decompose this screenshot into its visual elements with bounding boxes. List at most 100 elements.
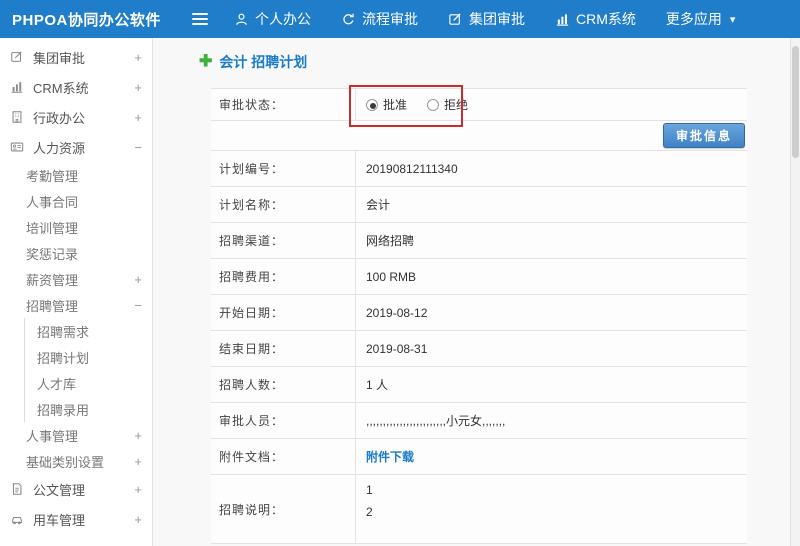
field-label: 开始日期： [211,295,356,330]
nav-item-personal-office[interactable]: 个人办公 [234,9,311,29]
field-value: 网络招聘 [366,234,415,248]
vertical-scrollbar[interactable] [790,38,800,546]
nav-label: CRM系统 [576,11,636,27]
menu-icon[interactable] [192,13,208,25]
collapse-toggle[interactable]: − [134,140,142,155]
sidebar-item-label: CRM系统 [33,80,89,96]
field-row-plan-number: 计划编号： 20190812111340 [211,151,747,187]
recruit-plan-form: 审批状态： 批准 拒绝 审批信息 计划编号： 20190812111340 计划… [211,88,747,544]
sidebar-item-label: 招聘录用 [37,402,90,418]
radio-reject-control[interactable] [427,98,440,111]
field-label: 招聘说明： [211,475,356,543]
field-value: ,,,,,,,,,,,,,,,,,,,,,,,,小元女,,,,,,, [366,414,506,428]
field-row-start-date: 开始日期： 2019-08-12 [211,295,747,331]
field-row-plan-name: 计划名称： 会计 [211,187,747,223]
field-label: 计划名称： [211,187,356,222]
field-row-attachment: 附件文档： 附件下载 [211,439,747,475]
field-value: 100 RMB [366,269,417,284]
field-label: 结束日期： [211,331,356,366]
sidebar-item-rewards[interactable]: 奖惩记录 [0,240,152,266]
sidebar-item-recruit-hire[interactable]: 招聘录用 [25,396,152,422]
sidebar-item-attendance[interactable]: 考勤管理 [0,162,152,188]
expand-toggle[interactable]: + [134,512,142,527]
page-title: 会计 招聘计划 [219,54,308,70]
sidebar-item-salary[interactable]: 薪资管理 + [0,266,152,292]
nav-item-group-approval[interactable]: 集团审批 [448,9,525,29]
sidebar-item-label: 基础类别设置 [26,454,105,470]
sidebar-item-label: 奖惩记录 [26,246,79,262]
radio-approve-label: 批准 [383,98,408,112]
sidebar-item-document-mgmt[interactable]: 公文管理 + [0,474,152,504]
nav-item-more-apps[interactable]: 更多应用 ▾ [666,9,736,29]
sidebar-item-recruit-mgmt[interactable]: 招聘管理 − [0,292,152,318]
sidebar-item-base-category[interactable]: 基础类别设置 + [0,448,152,474]
approval-options: 批准 拒绝 [356,89,747,120]
sidebar-item-crm[interactable]: CRM系统 + [0,72,152,102]
sidebar-item-recruit-plan[interactable]: 招聘计划 [25,344,152,370]
sidebar-item-training[interactable]: 培训管理 [0,214,152,240]
recruit-submenu: 招聘需求 招聘计划 人才库 招聘录用 [24,318,152,422]
nav-item-crm-system[interactable]: CRM系统 [555,9,636,29]
radio-reject[interactable]: 拒绝 [427,96,468,113]
car-icon [10,512,26,526]
nav-label: 集团审批 [469,11,525,27]
nav-item-process-approval[interactable]: 流程审批 [341,9,418,29]
sidebar-item-talent-pool[interactable]: 人才库 [25,370,152,396]
sidebar: 集团审批 + CRM系统 + 行政办公 + 人力资源 − 考勤管理 人事合同 培… [0,38,153,546]
field-value: 1 人 [366,378,389,392]
field-row-approvers: 审批人员： ,,,,,,,,,,,,,,,,,,,,,,,,小元女,,,,,,, [211,403,747,439]
sidebar-item-label: 招聘计划 [37,350,90,366]
field-row-cost: 招聘费用： 100 RMB [211,259,747,295]
building-icon [10,110,26,124]
field-label: 招聘人数： [211,367,356,402]
field-label: 审批人员： [211,403,356,438]
approval-status-row: 审批状态： 批准 拒绝 [211,89,747,121]
sidebar-item-label: 用车管理 [33,512,86,528]
expand-toggle[interactable]: + [134,454,142,469]
edit-square-icon [10,50,26,64]
field-value: 会计 [366,198,391,212]
field-label: 附件文档： [211,439,356,474]
expand-toggle[interactable]: + [134,80,142,95]
sidebar-item-recruit-demand[interactable]: 招聘需求 [25,318,152,344]
sidebar-item-label: 人事管理 [26,428,79,444]
expand-toggle[interactable]: + [134,272,142,287]
collapse-toggle[interactable]: − [134,298,142,313]
add-icon[interactable]: ✚ [199,54,212,70]
sidebar-item-personnel-mgmt[interactable]: 人事管理 + [0,422,152,448]
sidebar-item-hr-contract[interactable]: 人事合同 [0,188,152,214]
expand-toggle[interactable]: + [134,482,142,497]
field-label: 计划编号： [211,151,356,186]
field-label: 招聘费用： [211,259,356,294]
sidebar-item-group-approval[interactable]: 集团审批 + [0,42,152,72]
sidebar-item-label: 人事合同 [26,194,79,210]
id-card-icon [10,140,26,154]
sidebar-item-admin-office[interactable]: 行政办公 + [0,102,152,132]
sidebar-item-label: 公文管理 [33,482,86,498]
field-row-headcount: 招聘人数： 1 人 [211,367,747,403]
field-row-end-date: 结束日期： 2019-08-31 [211,331,747,367]
sidebar-item-label: 薪资管理 [26,272,79,288]
field-label: 审批状态： [211,89,356,120]
radio-approve-control[interactable] [366,98,378,111]
expand-toggle[interactable]: + [134,110,142,125]
approve-button-cell: 审批信息 [211,121,747,150]
radio-reject-label: 拒绝 [444,98,469,112]
expand-toggle[interactable]: + [134,428,142,443]
expand-toggle[interactable]: + [134,50,142,65]
field-value: 2019-08-12 [366,305,428,320]
field-value: 2019-08-31 [366,341,428,356]
sidebar-item-vehicle-mgmt[interactable]: 用车管理 + [0,504,152,534]
scrollbar-thumb[interactable] [792,46,799,158]
sidebar-item-label: 集团审批 [33,50,86,66]
attachment-download-link[interactable]: 附件下载 [366,448,414,465]
field-row-description: 招聘说明： 1 2 [211,475,747,544]
top-nav: 个人办公 流程审批 集团审批 CRM系统 更多应用 ▾ [234,9,735,29]
field-value-multiline: 1 2 [356,475,747,543]
radio-approve[interactable]: 批准 [366,96,407,113]
sidebar-item-label: 招聘管理 [26,298,79,314]
sidebar-item-hr[interactable]: 人力资源 − [0,132,152,162]
app-title: PHPOA协同办公软件 [12,11,161,29]
approve-info-button[interactable]: 审批信息 [662,123,745,148]
main-content: ✚ 会计 招聘计划 审批状态： 批准 拒绝 审批信息 计划编号： 2019081… [153,38,790,546]
